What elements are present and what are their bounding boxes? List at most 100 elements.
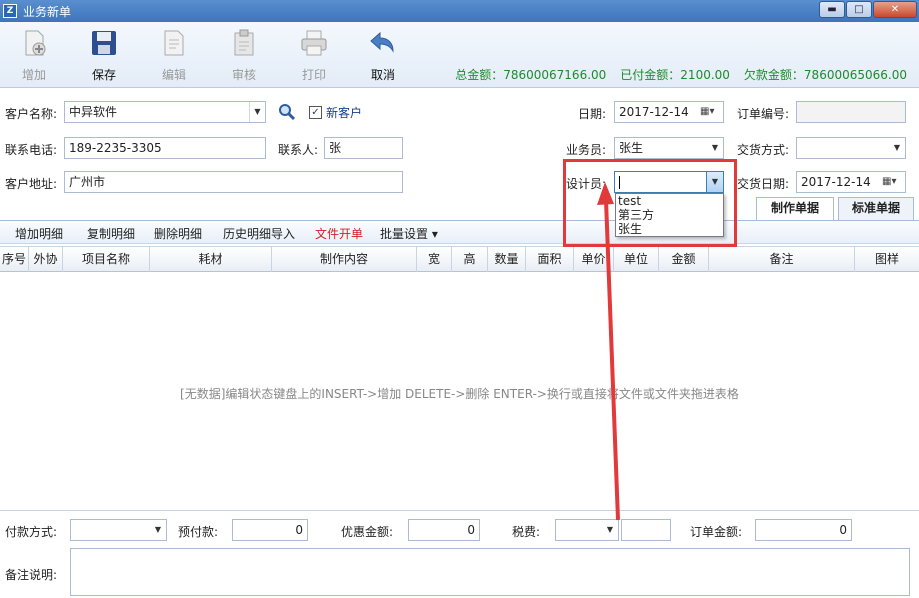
column-header[interactable]: 序号 — [0, 247, 29, 272]
divider — [0, 510, 919, 511]
maximize-button[interactable]: □ — [846, 1, 872, 18]
column-header[interactable]: 制作内容 — [272, 247, 417, 272]
delivery-method-combo[interactable]: ▼ — [796, 137, 906, 159]
chevron-down-icon[interactable]: ▼ — [707, 138, 723, 158]
customer-name-combo[interactable]: 中异软件 ▼ — [64, 101, 266, 123]
print-label: 打印 — [301, 68, 326, 82]
designer-dropdown-list: test 第三方 张生 — [615, 193, 724, 237]
column-header[interactable]: 数量 — [488, 247, 526, 272]
column-header[interactable]: 备注 — [709, 247, 855, 272]
column-header[interactable]: 外协 — [29, 247, 63, 272]
add-detail-button[interactable]: 增加明细 — [15, 225, 63, 242]
close-button[interactable]: ✕ — [873, 1, 917, 18]
prepay-field[interactable]: 0 — [232, 519, 308, 541]
add-document-icon — [19, 28, 49, 58]
grid-header: 序号 外协 项目名称 耗材 制作内容 宽 高 数量 面积 单价 单位 金额 备注… — [0, 246, 919, 272]
history-import-button[interactable]: 历史明细导入 — [223, 225, 295, 242]
save-button[interactable]: 保存 — [79, 28, 129, 84]
calendar-icon[interactable]: ▦▾ — [882, 175, 902, 189]
salesman-value: 张生 — [619, 141, 644, 155]
customer-name-label: 客户名称: — [5, 107, 58, 121]
remarks-textarea[interactable] — [70, 548, 910, 596]
discount-label: 优惠金额: — [341, 525, 394, 539]
add-label: 增加 — [21, 68, 46, 82]
order-number-label: 订单编号: — [737, 107, 790, 121]
delivery-date-label: 交货日期: — [737, 177, 790, 191]
app-icon: Z — [3, 4, 17, 18]
edit-label: 编辑 — [161, 68, 186, 82]
chevron-down-icon[interactable]: ▼ — [150, 520, 166, 540]
edit-button[interactable]: 编辑 — [149, 28, 199, 84]
discount-field[interactable]: 0 — [408, 519, 480, 541]
add-button[interactable]: 增加 — [9, 28, 59, 84]
dropdown-option[interactable]: test — [616, 194, 723, 208]
column-header[interactable]: 单位 — [614, 247, 659, 272]
tax-amount-field[interactable] — [621, 519, 671, 541]
owed-amount: 欠款金额：78600065066.00 — [743, 68, 907, 82]
address-field[interactable]: 广州市 — [64, 171, 403, 193]
contact-value: 张 — [329, 141, 342, 155]
tab-make-order[interactable]: 制作单据 — [756, 197, 834, 220]
print-button[interactable]: 打印 — [289, 28, 339, 84]
column-header[interactable]: 金额 — [659, 247, 709, 272]
delete-detail-button[interactable]: 删除明细 — [154, 225, 202, 242]
salesman-combo[interactable]: 张生 ▼ — [614, 137, 724, 159]
floppy-disk-icon — [89, 28, 119, 58]
date-value: 2017-12-14 — [619, 105, 689, 119]
tax-combo[interactable]: ▼ — [555, 519, 619, 541]
clipboard-icon — [229, 28, 259, 58]
annotation-arrow — [597, 182, 620, 521]
payment-method-combo[interactable]: ▼ — [70, 519, 167, 541]
totals-summary: 总金额：78600067166.00 已付金额：2100.00 欠款金额：786… — [455, 66, 907, 83]
chevron-down-icon[interactable]: ▼ — [706, 172, 723, 192]
tab-standard-order[interactable]: 标准单据 — [838, 197, 914, 220]
delivery-date-picker[interactable]: 2017-12-14 ▦▾ — [796, 171, 906, 193]
tax-label: 税费: — [512, 525, 541, 539]
chevron-down-icon[interactable]: ▼ — [249, 102, 265, 122]
minimize-button[interactable]: ▬ — [819, 1, 845, 18]
grid-empty-message: [无数据]编辑状态键盘上的INSERT->增加 DELETE->删除 ENTER… — [180, 387, 739, 401]
column-header[interactable]: 耗材 — [150, 247, 272, 272]
window-title: 业务新单 — [23, 4, 72, 19]
file-order-button[interactable]: 文件开单 — [315, 225, 363, 242]
chevron-down-icon[interactable]: ▼ — [602, 520, 618, 540]
salesman-label: 业务员: — [566, 143, 607, 157]
copy-detail-button[interactable]: 复制明细 — [87, 225, 135, 242]
address-label: 客户地址: — [5, 177, 58, 191]
column-header[interactable]: 高 — [452, 247, 488, 272]
column-header[interactable]: 图样 — [855, 247, 919, 272]
date-picker[interactable]: 2017-12-14 ▦▾ — [614, 101, 724, 123]
detail-toolbar: 增加明细 复制明细 删除明细 历史明细导入 文件开单 批量设置 ▾ — [0, 220, 919, 244]
column-header[interactable]: 面积 — [526, 247, 574, 272]
designer-label: 设计员: — [566, 177, 607, 191]
payment-method-label: 付款方式: — [5, 525, 58, 539]
dropdown-option[interactable]: 第三方 — [616, 208, 723, 222]
calendar-icon[interactable]: ▦▾ — [700, 105, 720, 119]
order-amount-field[interactable]: 0 — [755, 519, 852, 541]
phone-field[interactable]: 189-2235-3305 — [64, 137, 266, 159]
order-number-field[interactable] — [796, 101, 906, 123]
title-bar: Z 业务新单 ▬ □ ✕ — [0, 0, 919, 22]
column-header[interactable]: 宽 — [417, 247, 452, 272]
cancel-label: 取消 — [370, 68, 395, 82]
dropdown-option[interactable]: 张生 — [616, 222, 723, 236]
column-header[interactable]: 项目名称 — [63, 247, 150, 272]
save-label: 保存 — [91, 68, 116, 82]
column-header[interactable]: 单价 — [574, 247, 614, 272]
delivery-method-label: 交货方式: — [737, 143, 790, 157]
edit-document-icon — [159, 28, 189, 58]
remarks-label: 备注说明: — [5, 568, 58, 582]
paid-amount: 已付金额：2100.00 — [620, 68, 730, 82]
new-customer-checkbox[interactable]: ✓ — [309, 106, 322, 119]
printer-icon — [299, 28, 329, 58]
review-button[interactable]: 审核 — [219, 28, 269, 84]
contact-field[interactable]: 张 — [324, 137, 403, 159]
batch-settings-button[interactable]: 批量设置 ▾ — [380, 225, 438, 242]
main-toolbar: 增加 保存 编辑 审核 打印 取消 总金额：78600067166.00 已付金… — [0, 22, 919, 88]
order-amount-label: 订单金额: — [690, 525, 743, 539]
search-icon[interactable] — [278, 103, 296, 121]
chevron-down-icon[interactable]: ▼ — [889, 138, 905, 158]
designer-combo[interactable]: ▼ — [614, 171, 724, 193]
cancel-button[interactable]: 取消 — [358, 28, 408, 84]
contact-label: 联系人: — [278, 143, 319, 157]
